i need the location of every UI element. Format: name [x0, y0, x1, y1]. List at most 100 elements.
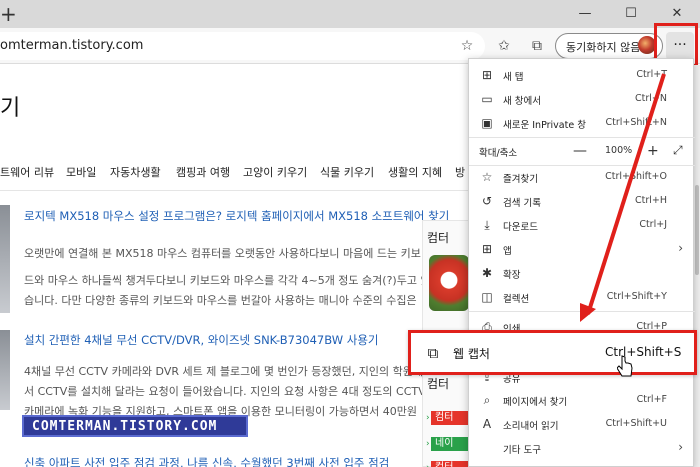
menu-item-shortcut: Ctrl+N: [635, 93, 667, 104]
apps-icon: ⊞: [481, 242, 493, 256]
post-excerpt-line: 4채널 무선 CCTV 카메라와 DVR 세트 제 블로그에 몇 번인가 등장했…: [24, 365, 423, 378]
menu-item-new-window[interactable]: ▭ 새 창에서 Ctrl+N: [469, 87, 695, 111]
menu-separator: [469, 137, 695, 138]
sidebar-heading: 컴터: [427, 377, 450, 391]
tag-badge[interactable]: 컴터: [431, 461, 471, 467]
downloads-icon: ⤓: [484, 218, 490, 232]
web-capture-icon: ⧉: [427, 344, 439, 362]
sync-label: 동기화하지 않음: [566, 41, 641, 54]
nav-item[interactable]: 고양이 키우기: [243, 164, 307, 180]
menu-item-label: 기타 도구: [503, 445, 541, 456]
nav-divider: [0, 190, 470, 191]
url-text: omterman.tistory.com: [0, 38, 144, 53]
chevron-right-icon: ›: [426, 463, 430, 467]
menu-separator: [469, 311, 695, 312]
tag-badge[interactable]: 네이: [431, 437, 471, 451]
sidebar-tags: 컴터 › 컴터 › 네이 › 컴터: [422, 368, 472, 467]
profile-image[interactable]: [429, 255, 469, 311]
menu-item-apps[interactable]: ⊞ 앱 ›: [469, 237, 695, 261]
zoom-out-button[interactable]: —: [573, 143, 587, 159]
menu-item-shortcut: Ctrl+H: [634, 195, 667, 206]
zoom-level: 100%: [605, 145, 633, 156]
nav-item[interactable]: 식물 키우기: [320, 164, 374, 180]
collections-icon[interactable]: ⧉: [527, 37, 547, 57]
menu-item-label: 앱: [503, 246, 512, 257]
menu-item-shortcut: Ctrl+Shift+Y: [606, 291, 667, 302]
menu-item-label: 확장: [503, 270, 521, 281]
menu-item-label: 페이지에서 찾기: [503, 397, 568, 408]
menu-item-history[interactable]: ↺ 검색 기록 Ctrl+H: [469, 189, 695, 213]
url-field[interactable]: omterman.tistory.com ☆: [0, 32, 485, 60]
menu-item-downloads[interactable]: ⤓ 다운로드 Ctrl+J: [469, 213, 695, 237]
post-excerpt-line: 오랫만에 연결해 본 MX518 마우스 컴퓨터를 오랫동안 사용하다보니 마음…: [24, 247, 421, 260]
chevron-right-icon: ›: [426, 413, 430, 423]
menu-item-shortcut: Ctrl+Shift+U: [605, 418, 667, 429]
new-tab-icon[interactable]: +: [0, 0, 17, 28]
menu-item-favorites[interactable]: ☆ 즐겨찾기 Ctrl+Shift+O: [469, 165, 695, 189]
category-nav: 트웨어 리뷰 모바일 자동차생활 캠핑과 여행 고양이 키우기 식물 키우기 생…: [0, 160, 470, 186]
menu-item-shortcut: Ctrl+F: [636, 394, 667, 405]
menu-item-label: 새로운 InPrivate 창: [503, 120, 586, 131]
title-bar: + — ☐ ✕: [0, 0, 700, 28]
menu-item-shortcut: Ctrl+Shift+N: [605, 117, 667, 128]
scrollbar-thumb[interactable]: [695, 185, 699, 275]
favorites-icon[interactable]: ✩: [494, 37, 514, 57]
tag-badge[interactable]: 컴터: [431, 411, 471, 425]
menu-item-read-aloud[interactable]: A 소리내어 읽기 Ctrl+Shift+U: [469, 412, 695, 436]
watermark: COMTERMAN.TISTORY.COM: [22, 415, 248, 437]
nav-item[interactable]: 방: [455, 164, 465, 180]
extensions-icon: ✱: [481, 266, 493, 280]
menu-item-label: 새 창에서: [503, 96, 541, 107]
nav-item[interactable]: 생활의 지혜: [388, 164, 442, 180]
menu-item-label: 다운로드: [503, 222, 538, 233]
settings-menu: ⊞ 새 탭 Ctrl+T ▭ 새 창에서 Ctrl+N ▣ 새로운 InPriv…: [468, 58, 695, 467]
post-title[interactable]: 신축 아파트 사전 입주 점검 과정, 나름 신속, 수월했던 3번째 사전 입…: [24, 455, 389, 467]
nav-item[interactable]: 모바일: [66, 164, 96, 180]
chevron-right-icon: ›: [678, 241, 683, 255]
menu-item-find[interactable]: ⌕ 페이지에서 찾기 Ctrl+F: [469, 388, 695, 412]
minimize-button[interactable]: —: [562, 0, 608, 28]
fullscreen-icon[interactable]: ⤢: [673, 143, 683, 158]
menu-item-label: 확대/축소: [479, 148, 518, 159]
add-favorite-icon[interactable]: ☆: [458, 37, 476, 55]
post-title[interactable]: 설치 간편한 4채널 무선 CCTV/DVR, 와이즈넷 SNK-B73047B…: [24, 332, 378, 348]
chevron-right-icon: ›: [426, 439, 430, 449]
menu-item-label: 새 탭: [503, 72, 524, 83]
maximize-button[interactable]: ☐: [608, 0, 654, 28]
menu-item-extensions[interactable]: ✱ 확장: [469, 261, 695, 285]
menu-item-label: 소리내어 읽기: [503, 421, 559, 432]
watermark-text: COMTERMAN.TISTORY.COM: [32, 419, 218, 434]
web-capture-label: 웹 캡처: [453, 347, 490, 361]
menu-item-zoom: 확대/축소 — 100% + ⤢: [469, 139, 695, 163]
chevron-right-icon: ›: [678, 440, 683, 454]
new-tab-icon: ⊞: [481, 68, 493, 82]
read-aloud-icon: A: [482, 417, 492, 431]
inprivate-icon: ▣: [481, 116, 493, 130]
nav-item[interactable]: 트웨어 리뷰: [0, 164, 54, 180]
menu-item-inprivate[interactable]: ▣ 새로운 InPrivate 창 Ctrl+Shift+N: [469, 111, 695, 135]
menu-item-more-tools[interactable]: 기타 도구 ›: [469, 436, 695, 460]
zoom-in-button[interactable]: +: [647, 143, 659, 159]
menu-item-collections[interactable]: ◫ 컬렉션 Ctrl+Shift+Y: [469, 285, 695, 309]
nav-item[interactable]: 캠핑과 여행: [176, 164, 230, 180]
post-excerpt-line: 드와 마우스 하나들씩 챙겨두다보니 키보드와 마우스를 각각 4~5개 정도 …: [24, 274, 431, 287]
post-thumbnail[interactable]: [0, 330, 10, 410]
sidebar-heading: 컴터: [427, 231, 450, 245]
nav-item[interactable]: 자동차생활: [110, 164, 161, 180]
post-excerpt-line: 서 CCTV를 설치해 달라는 요청이 들어왔습니다. 지인의 요청 사항은 4…: [24, 385, 426, 398]
menu-item-label: 즐겨찾기: [503, 174, 538, 185]
post-thumbnail[interactable]: [0, 205, 10, 313]
menu-item-web-capture[interactable]: ⧉ 웹 캡처 Ctrl+Shift+S: [408, 330, 697, 375]
mouse-cursor-icon: [617, 355, 633, 377]
collections-icon: ◫: [481, 290, 493, 304]
new-window-icon: ▭: [481, 92, 493, 106]
post-excerpt-line: 습니다. 다만 다양한 종류의 키보드와 마우스를 번갈아 사용하는 매니아 수…: [24, 294, 417, 307]
post-title[interactable]: 로지텍 MX518 마우스 설정 프로그램은? 로지텍 홈페이지에서 MX518…: [24, 208, 449, 224]
menu-item-label: 컬렉션: [503, 294, 530, 305]
menu-item-label: 검색 기록: [503, 198, 541, 209]
menu-item-new-tab[interactable]: ⊞ 새 탭 Ctrl+T: [469, 63, 695, 87]
find-icon: ⌕: [483, 393, 491, 407]
menu-item-shortcut: Ctrl+T: [636, 69, 667, 80]
browser-window: + — ☐ ✕ omterman.tistory.com ☆ ✩ ⧉ 동기화하지…: [0, 0, 700, 467]
history-icon: ↺: [481, 194, 493, 208]
